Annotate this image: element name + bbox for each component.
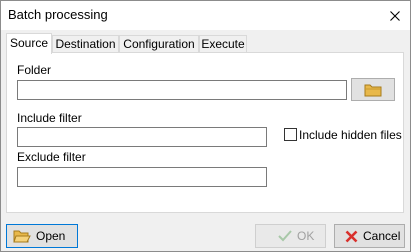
batch-processing-dialog: Batch processing Source Destination Conf…: [0, 0, 411, 252]
cancel-button-label: Cancel: [363, 229, 401, 243]
folder-icon: [364, 84, 382, 96]
window-title: Batch processing: [8, 7, 108, 22]
include-filter-label: Include filter: [17, 111, 82, 125]
open-button-label: Open: [36, 229, 66, 243]
folder-label: Folder: [17, 63, 52, 77]
checkmark-icon: [278, 230, 292, 242]
exclude-filter-label: Exclude filter: [17, 150, 86, 164]
include-hidden-checkbox[interactable]: [284, 128, 297, 141]
browse-folder-button[interactable]: [351, 78, 395, 101]
tab-destination[interactable]: Destination: [52, 35, 119, 53]
ok-button-label: OK: [297, 229, 315, 243]
exclude-filter-input[interactable]: [17, 167, 267, 187]
tab-source[interactable]: Source: [6, 33, 52, 54]
open-button[interactable]: Open: [6, 224, 78, 248]
ok-button[interactable]: OK: [255, 224, 326, 248]
folder-input[interactable]: [17, 80, 347, 100]
tab-configuration[interactable]: Configuration: [119, 35, 199, 53]
open-folder-icon: [13, 229, 31, 243]
x-icon: [345, 230, 358, 243]
close-icon: [390, 10, 400, 21]
include-filter-input[interactable]: [17, 127, 267, 147]
tab-execute[interactable]: Execute: [199, 35, 247, 53]
include-hidden-label: Include hidden files: [299, 128, 402, 142]
cancel-button[interactable]: Cancel: [334, 224, 405, 248]
close-button[interactable]: [380, 1, 410, 30]
title-bar: Batch processing: [1, 1, 410, 30]
